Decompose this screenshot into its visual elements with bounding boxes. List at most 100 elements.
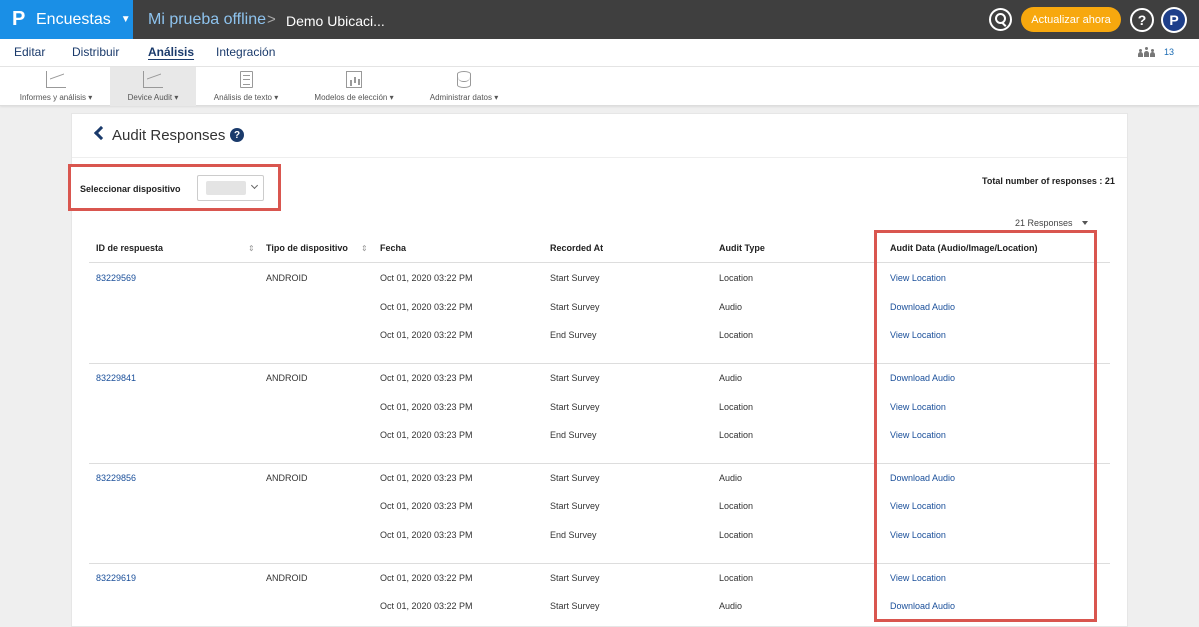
type-cell: Location	[719, 402, 754, 412]
tool-administrar-datos[interactable]: Administrar datos ▾	[418, 67, 510, 106]
help-icon[interactable]: ?	[1130, 8, 1154, 32]
recorded-cell: Start Survey	[550, 473, 600, 483]
group-divider	[89, 363, 1110, 364]
response-id-link[interactable]: 83229841	[96, 373, 136, 383]
caret-down-icon	[1081, 221, 1088, 225]
top-bar: P Encuestas ▼ Mi prueba offline > Demo U…	[0, 0, 1199, 39]
date-cell: Oct 01, 2020 03:23 PM	[380, 530, 473, 540]
nav-editar[interactable]: Editar	[14, 45, 45, 59]
recorded-cell: Start Survey	[550, 402, 600, 412]
tool-analisis-texto[interactable]: Análisis de texto ▾	[202, 67, 290, 106]
group-divider	[89, 563, 1110, 564]
audit-data-link[interactable]: Download Audio	[890, 601, 955, 611]
type-cell: Audio	[719, 302, 743, 312]
tool-label: Modelos de elección ▾	[314, 93, 394, 102]
recorded-cell: Start Survey	[550, 601, 600, 611]
tool-label: Informes y análisis ▾	[19, 93, 93, 102]
questionpro-logo-icon: P	[12, 8, 26, 30]
tool-informes[interactable]: Informes y análisis ▾	[8, 67, 104, 106]
date-cell: Oct 01, 2020 03:23 PM	[380, 473, 473, 483]
audit-data-link[interactable]: Download Audio	[890, 373, 955, 383]
date-cell: Oct 01, 2020 03:23 PM	[380, 373, 473, 383]
audit-data-link[interactable]: View Location	[890, 501, 946, 511]
device-type: ANDROID	[266, 273, 308, 283]
response-id-link[interactable]: 83229856	[96, 473, 136, 483]
main-nav: Editar Distribuir Análisis Integración 1…	[0, 39, 1199, 67]
profile-logo-icon: P	[1163, 9, 1185, 31]
audit-data-link[interactable]: View Location	[890, 530, 946, 540]
page-title: Audit Responses	[112, 127, 226, 144]
tool-modelos-eleccion[interactable]: Modelos de elección ▾	[302, 67, 406, 106]
audit-data-link[interactable]: Download Audio	[890, 473, 955, 483]
date-cell: Oct 01, 2020 03:22 PM	[380, 330, 473, 340]
tool-label: Device Audit ▾	[127, 93, 179, 102]
column-header-recorded: Recorded At	[550, 243, 604, 253]
type-cell: Audio	[719, 473, 743, 483]
date-cell: Oct 01, 2020 03:22 PM	[380, 601, 473, 611]
audit-data-link[interactable]: View Location	[890, 273, 946, 283]
device-filter: Seleccionar dispositivo	[68, 164, 281, 211]
audit-data-link[interactable]: Download Audio	[890, 302, 955, 312]
upgrade-button[interactable]: Actualizar ahora	[1021, 7, 1121, 32]
group-divider	[89, 463, 1110, 464]
device-filter-label: Seleccionar dispositivo	[80, 184, 181, 194]
recorded-cell: End Survey	[550, 530, 597, 540]
device-type: ANDROID	[266, 473, 308, 483]
tool-device-audit[interactable]: Device Audit ▾	[110, 67, 196, 106]
collaborator-count: 13	[1164, 47, 1175, 57]
date-cell: Oct 01, 2020 03:23 PM	[380, 501, 473, 511]
panel-header: Audit Responses ?	[72, 114, 1127, 158]
column-header-device[interactable]: Tipo de dispositivo	[266, 243, 348, 253]
total-responses: Total number of responses : 21	[982, 176, 1115, 186]
chevron-right-icon: >	[267, 11, 276, 28]
recorded-cell: Start Survey	[550, 273, 600, 283]
column-header-id[interactable]: ID de respuesta	[96, 243, 163, 253]
nav-integracion[interactable]: Integración	[216, 45, 275, 59]
date-cell: Oct 01, 2020 03:22 PM	[380, 573, 473, 583]
recorded-cell: End Survey	[550, 330, 597, 340]
recorded-cell: End Survey	[550, 430, 597, 440]
chevron-down-icon	[250, 181, 259, 190]
nav-analisis[interactable]: Análisis	[148, 45, 194, 59]
document-icon	[239, 71, 253, 88]
response-id-link[interactable]: 83229569	[96, 273, 136, 283]
back-chevron-icon[interactable]	[93, 125, 109, 141]
search-icon[interactable]	[989, 8, 1012, 31]
device-type: ANDROID	[266, 373, 308, 383]
column-header-fecha: Fecha	[380, 243, 407, 253]
tool-label: Administrar datos ▾	[429, 93, 499, 102]
users-icon	[1138, 47, 1156, 57]
product-switcher[interactable]: P Encuestas ▼	[0, 0, 133, 39]
page-size-dropdown[interactable]: 21 Responses	[1015, 218, 1088, 228]
audit-data-link[interactable]: View Location	[890, 430, 946, 440]
type-cell: Location	[719, 501, 754, 511]
sort-icon[interactable]: ⇕	[248, 244, 255, 253]
profile-avatar[interactable]: P	[1161, 7, 1187, 33]
type-cell: Audio	[719, 601, 743, 611]
type-cell: Audio	[719, 373, 743, 383]
device-select[interactable]	[197, 175, 264, 201]
help-icon[interactable]: ?	[230, 128, 244, 142]
audit-chart-icon	[143, 71, 163, 88]
tool-label: Análisis de texto ▾	[213, 93, 279, 102]
audit-data-link[interactable]: View Location	[890, 402, 946, 412]
date-cell: Oct 01, 2020 03:22 PM	[380, 273, 473, 283]
line-chart-icon	[46, 71, 66, 88]
audit-data-link[interactable]: View Location	[890, 330, 946, 340]
database-icon	[457, 71, 471, 88]
breadcrumb-survey[interactable]: Demo Ubicaci...	[286, 13, 385, 29]
type-cell: Location	[719, 273, 754, 283]
response-id-link[interactable]: 83229619	[96, 573, 136, 583]
type-cell: Location	[719, 530, 754, 540]
sort-icon[interactable]: ⇕	[361, 244, 368, 253]
nav-distribuir[interactable]: Distribuir	[72, 45, 119, 59]
collaborators[interactable]: 13	[1138, 47, 1174, 57]
breadcrumb-folder[interactable]: Mi prueba offline	[148, 11, 266, 29]
recorded-cell: Start Survey	[550, 302, 600, 312]
column-header-data: Audit Data (Audio/Image/Location)	[890, 243, 1038, 253]
audit-data-link[interactable]: View Location	[890, 573, 946, 583]
type-cell: Location	[719, 430, 754, 440]
device-select-value	[206, 181, 246, 195]
caret-down-icon: ▼	[120, 14, 131, 25]
type-cell: Location	[719, 330, 754, 340]
